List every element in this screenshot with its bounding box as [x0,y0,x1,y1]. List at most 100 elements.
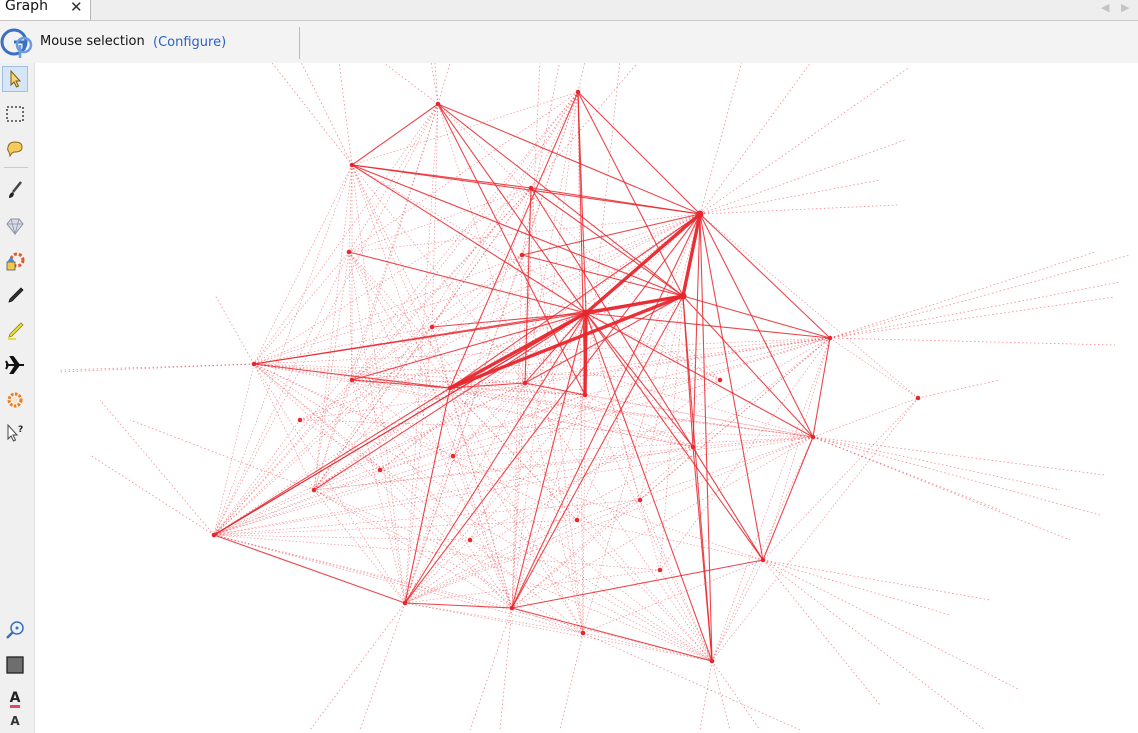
color-wheel-icon [6,252,25,271]
tab-graph[interactable]: Graph ✕ [0,0,91,20]
graph-node[interactable] [528,185,534,191]
font-color-tool[interactable]: A [2,686,28,712]
graph-node[interactable] [827,335,833,341]
graph-edge [404,436,814,604]
graph-edge [812,436,1061,491]
graph-node[interactable] [377,467,383,473]
graph-edge [699,67,909,215]
graph-canvas[interactable] [35,63,1138,733]
pencil-icon [8,287,24,303]
graph-node[interactable] [402,600,408,606]
configure-link[interactable]: (Configure) [153,35,226,50]
graph-node[interactable] [915,395,921,401]
graph-node[interactable] [810,434,816,440]
graph-node[interactable] [349,377,355,383]
graph-node[interactable] [637,497,643,503]
graph-node[interactable] [679,292,687,300]
direct-selection-tool[interactable] [2,66,28,92]
graph-edge [129,419,315,491]
graph-edge [89,454,215,536]
graph-edge [404,499,641,604]
graph-node[interactable] [251,361,257,367]
rectangle-selection-tool[interactable] [2,101,28,127]
node-pencil-tool[interactable] [2,283,28,309]
graph-edge [812,436,1001,511]
graph-edge [348,251,713,662]
square-icon [6,656,24,674]
graph-node[interactable] [760,557,766,563]
graph-node[interactable] [582,309,590,317]
graph-node[interactable] [509,605,515,611]
letter-a-icon: A [9,689,21,708]
scroll-left-icon[interactable]: ◀ [1101,1,1109,14]
graph-node[interactable] [575,89,581,95]
tools-sidebar: ? A A [0,63,35,733]
graph-edge [499,607,513,731]
graph-node[interactable] [429,324,435,330]
graph-edge [577,91,701,215]
graph-edge [213,534,406,604]
zoom-tool[interactable] [2,617,28,643]
graph-edge [213,103,439,536]
graph-edge [253,363,381,471]
color-picker-tool[interactable] [2,248,28,274]
graph-edge [431,326,814,438]
network-graph[interactable] [35,63,1138,733]
graph-edge [338,63,353,166]
edit-tool[interactable]: ? [2,420,28,446]
graph-edge [812,436,1101,516]
graph-node[interactable] [311,487,317,493]
font-size-tool[interactable]: A [2,714,28,732]
graph-edge [699,139,906,215]
graph-node[interactable] [717,377,723,383]
graph-node[interactable] [709,658,715,664]
graph-node[interactable] [574,517,580,523]
graph-edge [253,103,439,365]
magnifier-icon [6,621,24,639]
graph-edge [214,294,255,365]
graph-edge [213,534,584,634]
graph-node[interactable] [435,101,441,107]
graph-edge [582,559,764,634]
graph-edge [253,164,353,365]
graph-edge [253,363,315,491]
heat-map-tool[interactable] [2,387,28,413]
graph-node[interactable] [690,444,696,450]
shortest-path-tool[interactable] [2,352,28,378]
graph-edge [762,559,986,731]
edge-pencil-tool[interactable] [2,318,28,344]
graph-edge [351,103,439,166]
graph-edge [582,394,586,634]
graph-node[interactable] [447,385,453,391]
close-icon[interactable]: ✕ [70,0,83,16]
graph-edge [404,602,513,609]
graph-node[interactable] [582,392,588,398]
lasso-selection-tool[interactable] [2,136,28,162]
graph-edge [699,63,742,215]
graph-edge [383,63,439,105]
graph-edge [309,602,406,731]
graph-edge [213,91,579,536]
graph-edge [577,63,585,93]
graph-edge [351,187,532,381]
graph-node[interactable] [696,210,704,218]
graph-node[interactable] [580,630,586,636]
graph-edge [829,281,1121,339]
background-color-tool[interactable] [2,652,28,678]
graph-edge [511,254,523,609]
graph-edge [351,379,814,438]
graph-edge [699,63,811,215]
graph-node[interactable] [346,249,352,255]
graph-node[interactable] [450,453,456,459]
node-size-tool[interactable] [2,213,28,239]
graph-edge [576,213,701,521]
scroll-right-icon[interactable]: ▶ [1121,1,1129,14]
graph-node[interactable] [349,162,355,168]
graph-node[interactable] [519,252,525,258]
painter-tool[interactable] [2,177,28,203]
graph-node[interactable] [467,537,473,543]
graph-node[interactable] [657,567,663,573]
graph-node[interactable] [297,417,303,423]
graph-node[interactable] [522,380,528,386]
graph-node[interactable] [211,532,217,538]
